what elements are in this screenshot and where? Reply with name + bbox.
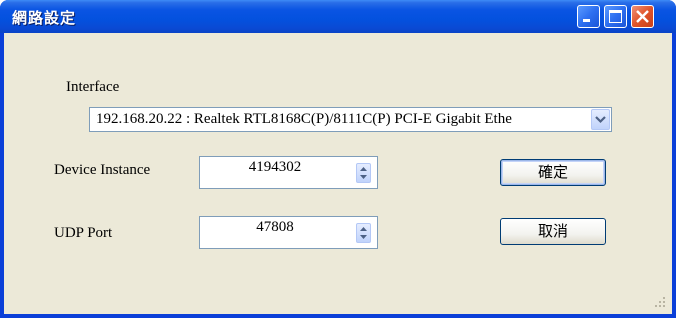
device-instance-spin-buttons[interactable] [356,163,371,183]
dropdown-button[interactable] [591,109,610,130]
ok-button[interactable]: 確定 [500,159,606,186]
udp-port-spinbox[interactable]: 47808 [199,216,378,249]
maximize-button[interactable] [604,5,627,28]
close-button[interactable] [631,5,654,28]
dialog-body: Interface 192.168.20.22 : Realtek RTL816… [4,33,672,314]
udp-port-value[interactable]: 47808 [200,219,350,236]
maximize-icon [609,10,622,23]
resize-grip-icon[interactable] [654,296,666,308]
device-instance-spinbox[interactable]: 4194302 [199,156,378,189]
udp-port-spin-buttons[interactable] [356,223,371,243]
device-instance-value[interactable]: 4194302 [200,159,350,176]
device-instance-label: Device Instance [54,162,151,178]
window-title: 網路設定 [12,9,77,27]
spin-arrows-icon [360,227,367,239]
dialog-window: 網路設定 Interface 192.168.20.22 : Realtek R… [0,0,676,318]
interface-select[interactable]: 192.168.20.22 : Realtek RTL8168C(P)/8111… [89,107,612,132]
cancel-button[interactable]: 取消 [500,218,606,245]
chevron-down-icon [595,116,606,124]
title-bar[interactable]: 網路設定 [0,0,676,33]
minimize-button[interactable] [577,5,600,28]
close-icon [636,10,649,23]
udp-port-label: UDP Port [54,225,113,241]
minimize-icon [583,19,590,22]
interface-selected-value: 192.168.20.22 : Realtek RTL8168C(P)/8111… [96,111,512,127]
spin-arrows-icon [360,167,367,179]
interface-label: Interface [66,79,120,95]
